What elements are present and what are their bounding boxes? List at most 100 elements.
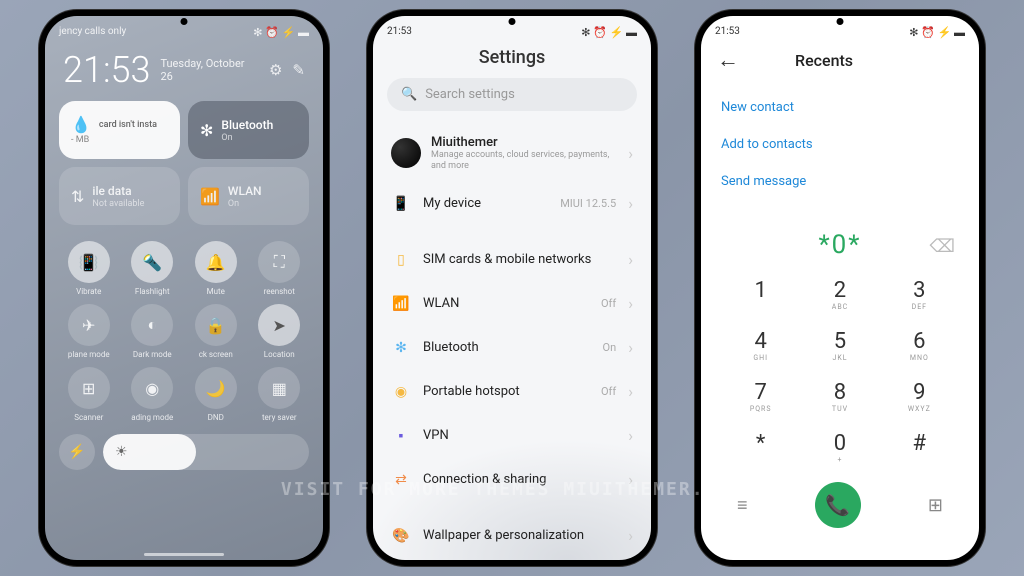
toggle-reenshot[interactable]: ⛶reenshot — [250, 241, 310, 296]
phone-settings: 21:53 ✻ ⏰ ⚡ ▬ Settings 🔍 Search settings… — [367, 10, 657, 566]
key-0[interactable]: 0+ — [800, 425, 879, 470]
toggle-icon: ▦ — [258, 367, 300, 409]
toggle-tery-saver[interactable]: ▦tery saver — [250, 367, 310, 422]
chevron-icon: › — [628, 144, 633, 163]
toggle-icon: 🔒 — [195, 304, 237, 346]
key-5[interactable]: 5JKL — [800, 323, 879, 368]
key-8[interactable]: 8TUV — [800, 374, 879, 419]
call-button[interactable]: 📞 — [815, 482, 861, 528]
chevron-icon: › — [628, 338, 633, 357]
status-time: 21:53 — [387, 26, 412, 39]
setting-row-vpn[interactable]: ▪VPN› — [381, 414, 643, 458]
link-add-to-contacts[interactable]: Add to contacts — [721, 126, 959, 163]
nav-indicator — [144, 553, 224, 556]
toggle-Mute[interactable]: 🔔Mute — [186, 241, 246, 296]
grid-button[interactable]: ⊞ — [928, 495, 943, 516]
setting-icon: ⇄ — [391, 470, 411, 490]
setting-row-my-device[interactable]: 📱My deviceMIUI 12.5.5› — [381, 182, 643, 226]
status-left: jency calls only — [59, 26, 126, 39]
toggle-ading-mode[interactable]: ◉ading mode — [123, 367, 183, 422]
dialed-number: *0* — [818, 230, 861, 260]
setting-row-always-on-display-lock-screen[interactable]: 🔒Always-on display & Lock screen› — [381, 558, 643, 560]
toggle-Dark-mode[interactable]: ◐Dark mode — [123, 304, 183, 359]
search-icon: 🔍 — [401, 87, 417, 102]
wifi-icon: 📶 — [200, 187, 220, 206]
phone-control-center: jency calls only ✻ ⏰ ⚡ ▬ 21:53 Tuesday, … — [39, 10, 329, 566]
setting-icon: ▯ — [391, 250, 411, 270]
tile-wlan[interactable]: 📶WLANOn — [188, 167, 309, 225]
edit-icon[interactable]: ✎ — [292, 61, 305, 79]
status-time: 21:53 — [715, 26, 740, 39]
tile-bluetooth[interactable]: ✻BluetoothOn — [188, 101, 309, 159]
status-icons: ✻ ⏰ ⚡ ▬ — [253, 26, 309, 39]
account-row[interactable]: Miuithemer Manage accounts, cloud servic… — [381, 125, 643, 182]
toggle-icon: 🌙 — [195, 367, 237, 409]
account-name: Miuithemer — [431, 135, 618, 150]
key-7[interactable]: 7PQRS — [721, 374, 800, 419]
setting-row-bluetooth[interactable]: ✻BluetoothOn› — [381, 326, 643, 370]
avatar — [391, 138, 421, 168]
page-title: Settings — [373, 43, 651, 78]
tile-data-usage[interactable]: 💧card isn't insta - MB — [59, 101, 180, 159]
link-new-contact[interactable]: New contact — [721, 89, 959, 126]
toggle-icon: ◐ — [131, 304, 173, 346]
toggle-icon: ➤ — [258, 304, 300, 346]
setting-icon: 🎨 — [391, 526, 411, 546]
toggle-Scanner[interactable]: ⊞Scanner — [59, 367, 119, 422]
brightness-slider[interactable]: ☀ — [103, 434, 309, 470]
back-button[interactable]: ← — [717, 47, 739, 73]
chevron-icon: › — [628, 426, 633, 445]
toggle-Flashlight[interactable]: 🔦Flashlight — [123, 241, 183, 296]
key-3[interactable]: 3DEF — [880, 272, 959, 317]
toggle-icon: 🔔 — [195, 241, 237, 283]
toggle-icon: ⛶ — [258, 241, 300, 283]
key-6[interactable]: 6MNO — [880, 323, 959, 368]
setting-row-wlan[interactable]: 📶WLANOff› — [381, 282, 643, 326]
setting-icon: ▪ — [391, 426, 411, 446]
brightness-icon: ☀ — [115, 444, 128, 460]
toggle-icon: 🔦 — [131, 241, 173, 283]
status-icons: ✻ ⏰ ⚡ ▬ — [581, 26, 637, 39]
status-icons: ✻ ⏰ ⚡ ▬ — [909, 26, 965, 39]
link-send-message[interactable]: Send message — [721, 163, 959, 200]
key-9[interactable]: 9WXYZ — [880, 374, 959, 419]
setting-row-portable-hotspot[interactable]: ◉Portable hotspotOff› — [381, 370, 643, 414]
setting-icon: ◉ — [391, 382, 411, 402]
toggle-DND[interactable]: 🌙DND — [186, 367, 246, 422]
toggle-icon: ✈ — [68, 304, 110, 346]
key-1[interactable]: 1 — [721, 272, 800, 317]
toggle-icon: 📳 — [68, 241, 110, 283]
chevron-icon: › — [628, 382, 633, 401]
search-input[interactable]: 🔍 Search settings — [387, 78, 637, 111]
setting-icon: 📶 — [391, 294, 411, 314]
phone-dialer: 21:53 ✻ ⏰ ⚡ ▬ ← Recents New contactAdd t… — [695, 10, 985, 566]
key-#[interactable]: # — [880, 425, 959, 470]
account-sub: Manage accounts, cloud services, payment… — [431, 150, 618, 172]
settings-icon[interactable]: ⚙ — [269, 61, 282, 79]
chevron-icon: › — [628, 470, 633, 489]
chevron-icon: › — [628, 250, 633, 269]
chevron-icon: › — [628, 526, 633, 545]
setting-icon: ✻ — [391, 338, 411, 358]
menu-button[interactable]: ≡ — [737, 495, 748, 516]
backspace-button[interactable]: ⌫ — [930, 236, 955, 257]
chevron-icon: › — [628, 294, 633, 313]
setting-icon: 📱 — [391, 194, 411, 214]
signal-icon: ⇅ — [71, 187, 84, 206]
tile-mobile-data[interactable]: ⇅ile dataNot available — [59, 167, 180, 225]
setting-row-wallpaper-personalization[interactable]: 🎨Wallpaper & personalization› — [381, 514, 643, 558]
key-2[interactable]: 2ABC — [800, 272, 879, 317]
toggle-ck-screen[interactable]: 🔒ck screen — [186, 304, 246, 359]
water-icon: 💧 — [71, 115, 91, 134]
setting-row-sim-cards-mobile-networks[interactable]: ▯SIM cards & mobile networks› — [381, 238, 643, 282]
key-*[interactable]: * — [721, 425, 800, 470]
setting-row-connection-sharing[interactable]: ⇄Connection & sharing› — [381, 458, 643, 502]
toggle-Location[interactable]: ➤Location — [250, 304, 310, 359]
toggle-plane-mode[interactable]: ✈plane mode — [59, 304, 119, 359]
toggle-Vibrate[interactable]: 📳Vibrate — [59, 241, 119, 296]
auto-brightness-toggle[interactable]: ⚡ — [59, 434, 95, 470]
clock: 21:53 — [63, 49, 150, 91]
key-4[interactable]: 4GHI — [721, 323, 800, 368]
date: Tuesday, October 26 — [160, 57, 259, 83]
page-title: Recents — [795, 51, 853, 70]
